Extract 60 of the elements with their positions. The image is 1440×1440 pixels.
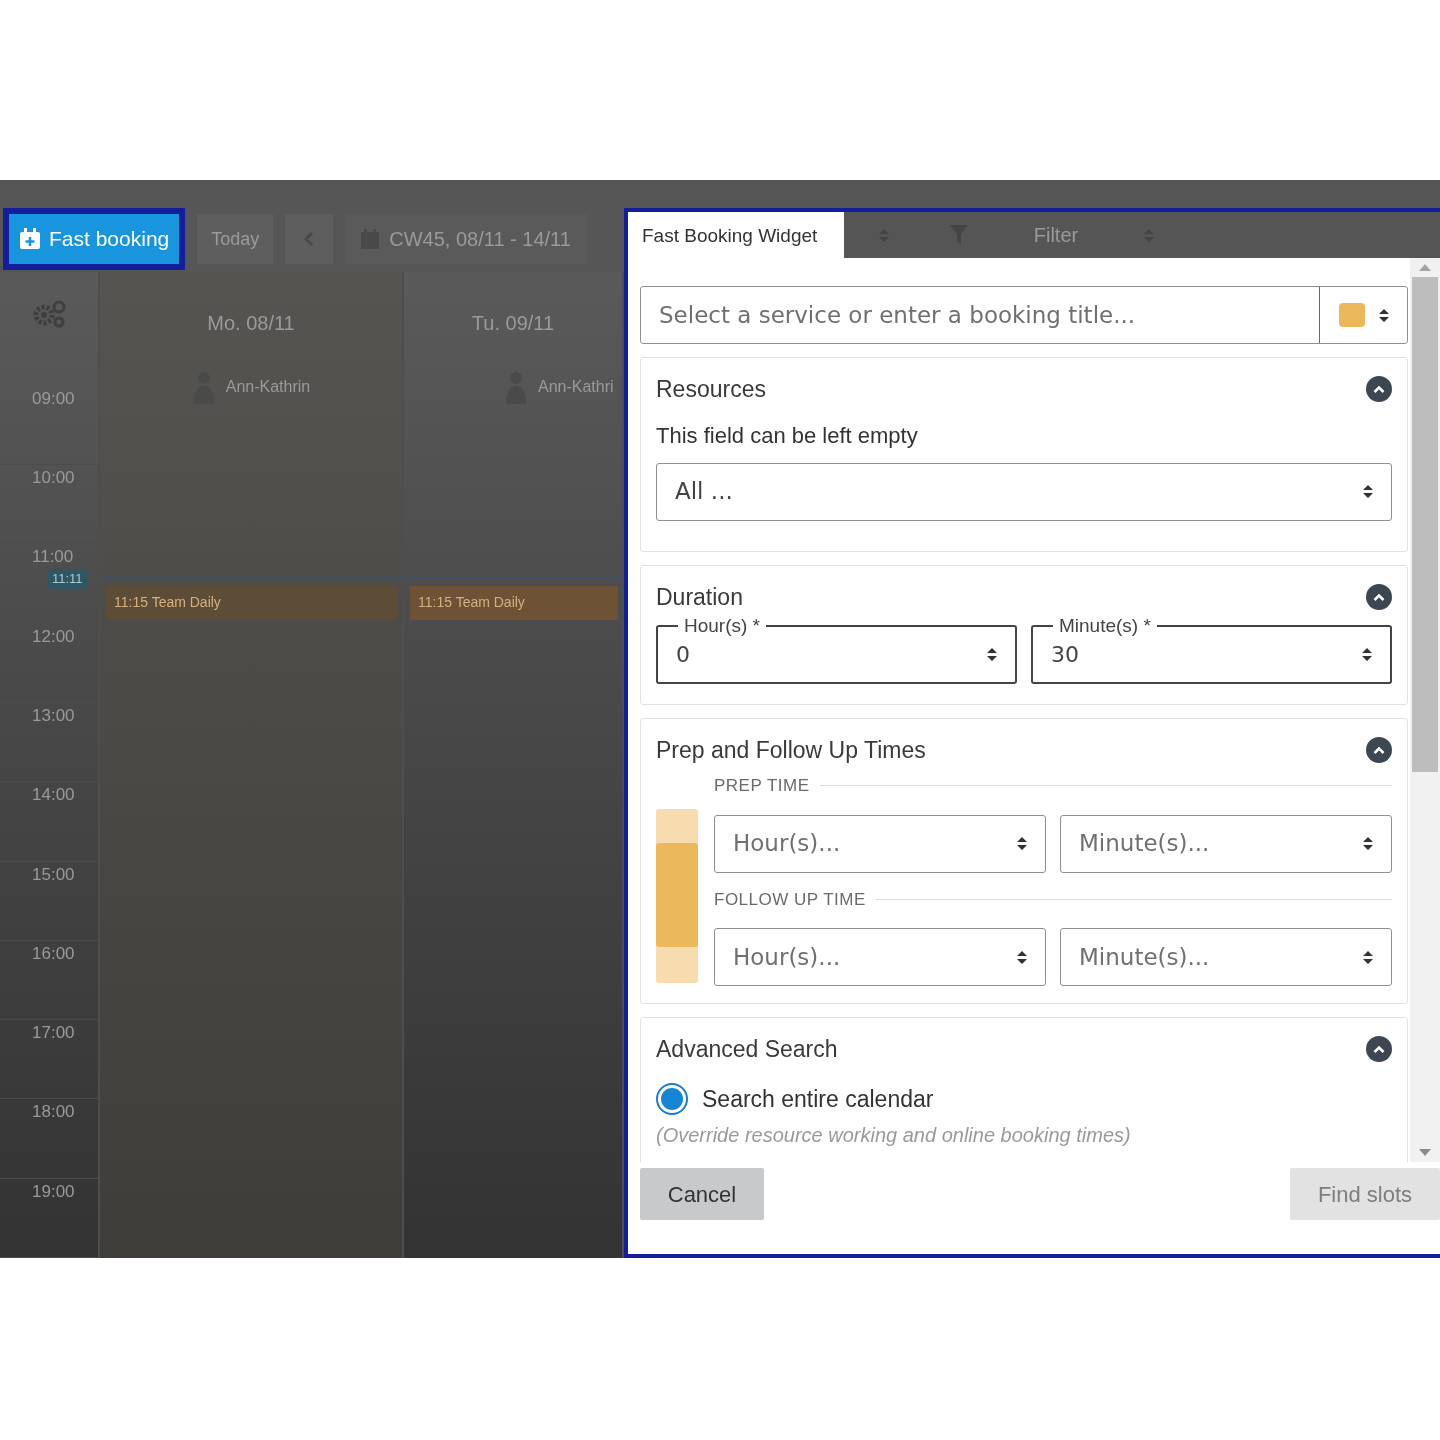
chevron-up-icon	[1373, 1044, 1385, 1053]
radio-label: Search entire calendar	[702, 1085, 934, 1114]
sort-caret-icon	[1363, 485, 1373, 498]
calendar-event: 11:15 Team Daily	[410, 586, 618, 620]
scrollbar[interactable]	[1410, 258, 1440, 1162]
collapse-toggle[interactable]	[1366, 736, 1392, 763]
day-header: Tu. 09/11	[470, 311, 556, 336]
resource-select[interactable]: All ...	[656, 462, 1392, 521]
time-label: 16:00	[32, 942, 75, 965]
day-header: Mo. 08/11	[206, 311, 296, 336]
scroll-up-arrow-icon	[1419, 264, 1431, 271]
calendar-plus-icon	[19, 228, 41, 250]
gears-icon	[32, 300, 66, 328]
sort-caret-icon	[1363, 950, 1373, 964]
minutes-select[interactable]: Minute(s)...	[1060, 928, 1392, 986]
hint-text: This field can be left empty	[656, 422, 919, 449]
section-title: Duration	[656, 582, 743, 612]
sort-caret-icon	[1017, 950, 1027, 964]
time-label: 17:00	[32, 1022, 75, 1045]
hours-select[interactable]: Hour(s)...	[714, 928, 1046, 986]
current-time-badge: 11:11	[48, 569, 87, 589]
resource-name: Ann-Kathrin	[225, 377, 311, 397]
widget-tab[interactable]: Fast Booking Widget	[628, 212, 844, 258]
time-label: 15:00	[32, 863, 75, 886]
radio-button[interactable]	[656, 1083, 688, 1116]
group-label: FOLLOW UP TIME	[714, 888, 866, 911]
time-label: 14:00	[32, 784, 75, 807]
time-label: 11:00	[32, 546, 74, 569]
time-label: 13:00	[32, 704, 75, 727]
scrollbar-thumb[interactable]	[1412, 277, 1438, 772]
sort-caret-icon	[1017, 837, 1027, 850]
collapse-toggle[interactable]	[1366, 1035, 1392, 1062]
time-label: 12:00	[32, 625, 75, 648]
minutes-select[interactable]: Minute(s)...	[1060, 814, 1392, 873]
time-label: 18:00	[32, 1101, 75, 1124]
time-label: 09:00	[32, 389, 75, 407]
section-title: Prep and Follow Up Times	[656, 735, 926, 765]
collapse-toggle[interactable]	[1366, 583, 1392, 610]
resource-name: Ann-Kathri	[538, 377, 614, 397]
sort-caret-icon	[1362, 647, 1372, 661]
sort-caret-icon	[987, 647, 997, 661]
chevron-up-icon	[1373, 385, 1385, 394]
chevron-up-icon	[1373, 592, 1385, 601]
time-label: 10:00	[32, 467, 75, 490]
cancel-button[interactable]: Cancel	[640, 1168, 764, 1220]
hours-select[interactable]: Hour(s)...	[714, 814, 1046, 873]
duration-select[interactable]: Minute(s) * 30	[1031, 618, 1392, 684]
sort-caret-icon	[1378, 308, 1389, 322]
fast-booking-button[interactable]: Fast booking	[9, 214, 180, 264]
section-title: Resources	[656, 375, 766, 404]
note-text: (Override resource working and online booking times)	[656, 1122, 1132, 1147]
time-label: 19:00	[32, 1180, 75, 1203]
section-title: Advanced Search	[656, 1034, 838, 1064]
group-label: PREP TIME	[714, 775, 810, 797]
sort-caret-icon	[1363, 837, 1373, 850]
duration-select[interactable]: Hour(s) * 0	[656, 618, 1017, 684]
scroll-down-arrow-icon	[1419, 1149, 1431, 1156]
collapse-toggle[interactable]	[1366, 376, 1392, 403]
calendar-event: 11:15 Team Daily	[106, 586, 398, 620]
chevron-up-icon	[1373, 745, 1385, 754]
